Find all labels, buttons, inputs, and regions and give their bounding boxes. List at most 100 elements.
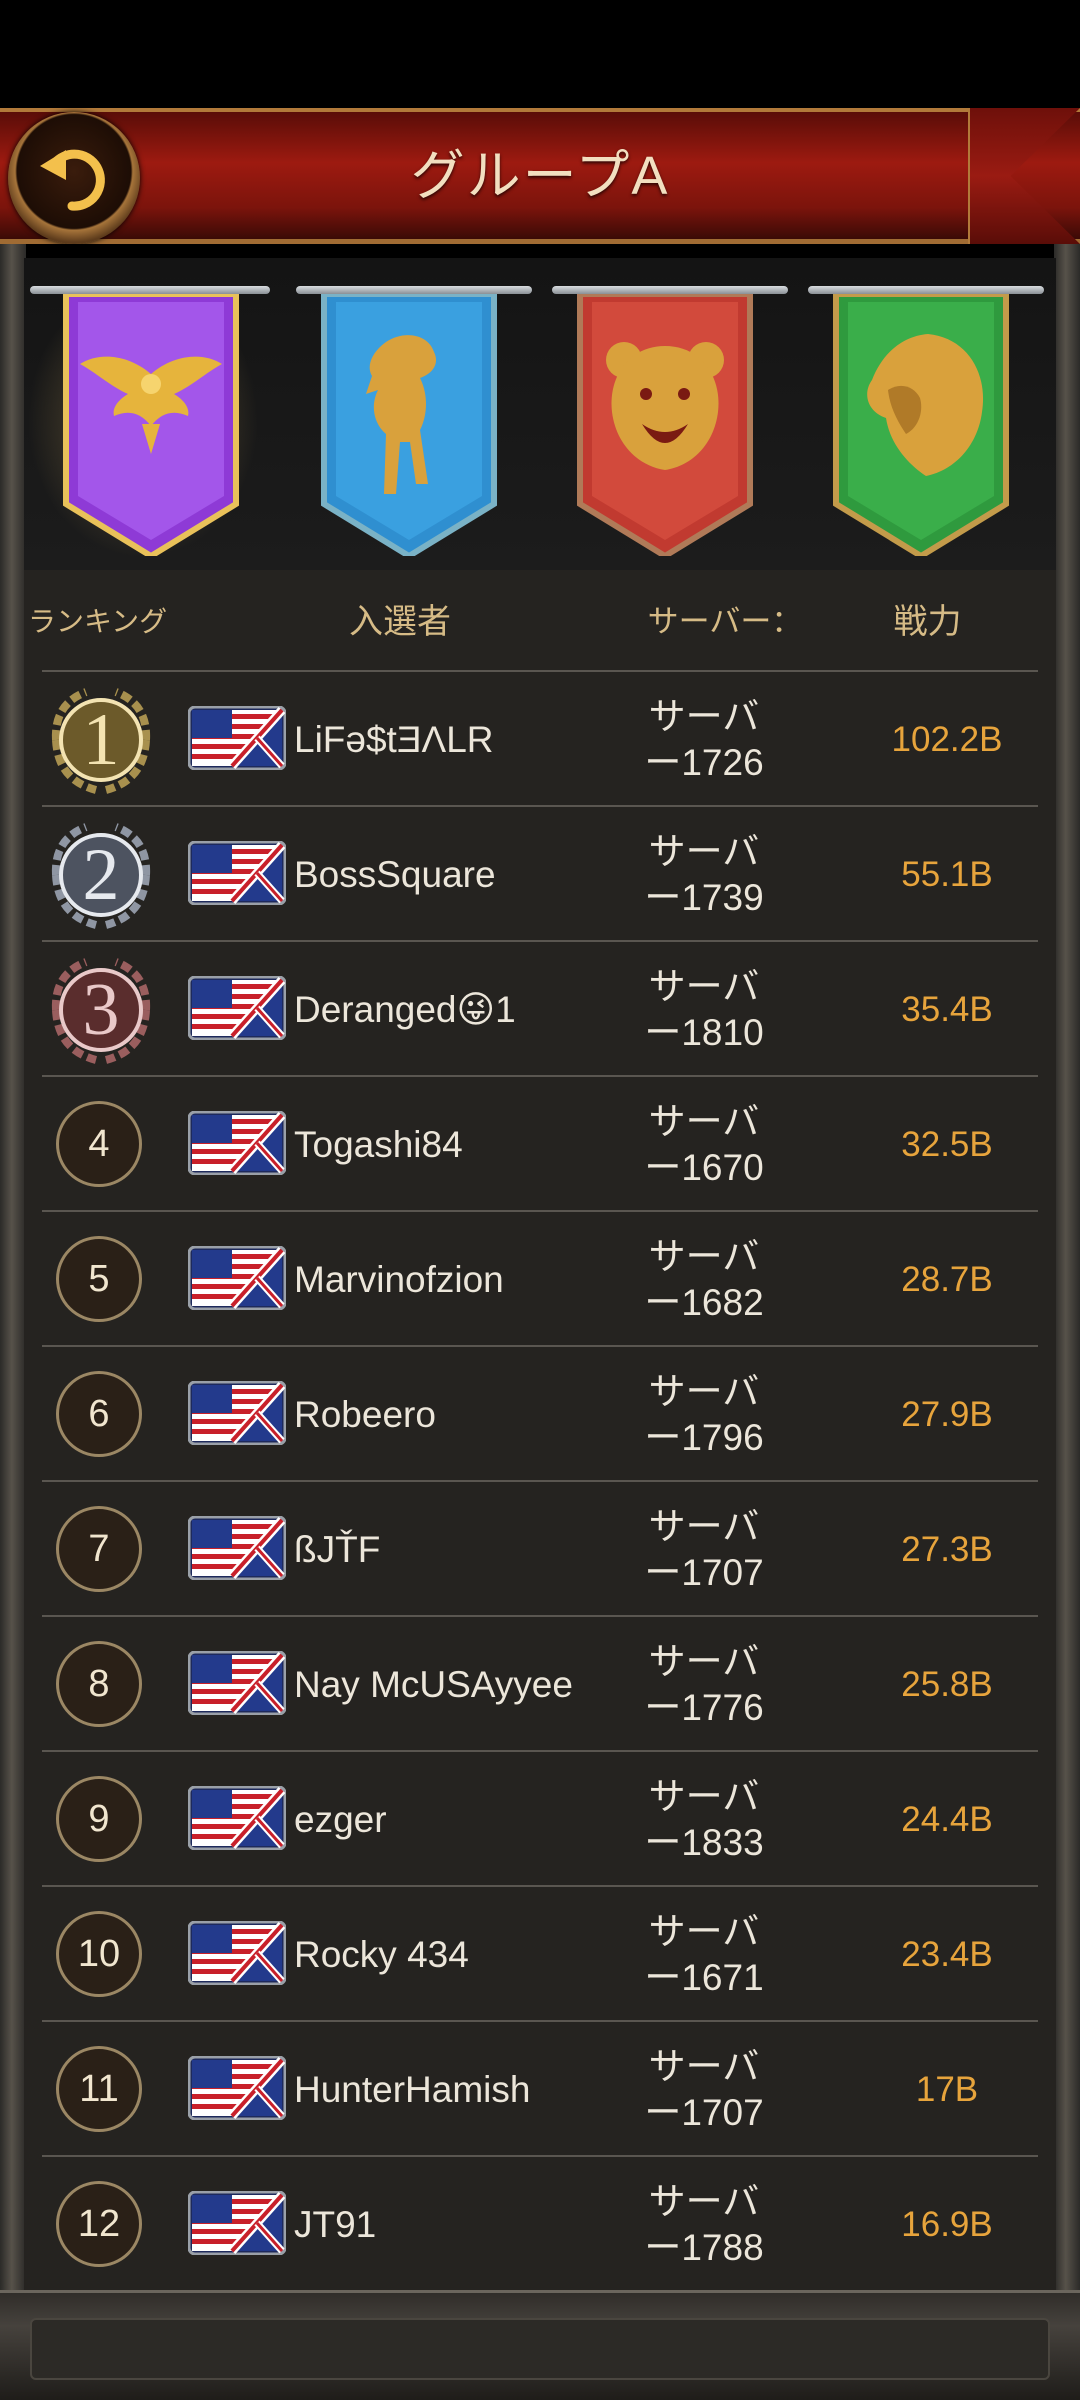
server-label-bottom: ー1833 xyxy=(644,1822,764,1863)
server-label-top: サーバ xyxy=(648,1911,760,1952)
us-uk-flag-icon xyxy=(188,1111,286,1175)
server-label-top: サーバ xyxy=(648,966,760,1007)
server-label-bottom: ー1796 xyxy=(644,1417,764,1458)
banner-lion[interactable] xyxy=(828,294,1014,556)
power-value: 24.4B xyxy=(901,1800,993,1839)
server-label-bottom: ー1776 xyxy=(644,1687,764,1728)
bottom-frame-inner xyxy=(30,2318,1050,2380)
server-label-top: サーバ xyxy=(648,1371,760,1412)
us-uk-flag-icon xyxy=(188,2191,286,2255)
server-label: サーバー1682 xyxy=(604,1234,804,1326)
us-uk-flag-icon xyxy=(188,706,286,770)
us-uk-flag-icon xyxy=(188,1921,286,1985)
server-label-bottom: ー1682 xyxy=(644,1282,764,1323)
rank-number: 2 xyxy=(82,834,120,916)
table-row[interactable]: 5 Marvinofzion サーバー1682 28.7B xyxy=(42,1210,1038,1345)
bear-icon xyxy=(577,294,753,556)
player-name: Togashi84 xyxy=(294,1124,463,1165)
player-name: Nay McUSAyyee xyxy=(294,1664,573,1705)
lion-icon xyxy=(833,294,1009,556)
server-label: サーバ ー1788 xyxy=(604,2179,804,2271)
us-uk-flag-icon xyxy=(188,1516,286,1580)
column-header-rank: ランキング xyxy=(28,606,168,637)
eagle-icon xyxy=(63,294,239,556)
server-label-top: サーバ xyxy=(648,696,760,737)
table-row[interactable]: 8 Nay McUSAyyee サーバー1776 25.8B xyxy=(42,1615,1038,1750)
server-label: サーバ ー1739 xyxy=(604,829,804,921)
table-row[interactable]: 3 Deranged😜1 サーバ ー1810 35.4B xyxy=(42,940,1038,1075)
table-row[interactable]: 6 Robeero サーバ ー1796 27.9B xyxy=(42,1345,1038,1480)
rank-badge: 4 xyxy=(56,1101,142,1187)
power-value: 28.7B xyxy=(901,1260,993,1299)
us-uk-flag-icon xyxy=(188,2056,286,2120)
power-value: 25.8B xyxy=(901,1665,993,1704)
player-name: Rocky 434 xyxy=(294,1934,469,1975)
rank-badge: 12 xyxy=(56,2181,142,2267)
server-label: サーバ ー1707 xyxy=(604,2044,804,2136)
player-name: HunterHamish xyxy=(294,2069,531,2110)
horse-icon xyxy=(321,294,497,556)
rank-badge: 11 xyxy=(56,2046,142,2132)
banner-rod xyxy=(296,286,532,294)
us-uk-flag-icon xyxy=(188,1786,286,1850)
player-name: LiFə$tƎΛLR xyxy=(294,719,494,760)
power-value: 23.4B xyxy=(901,1935,993,1974)
table-row[interactable]: 1 LiFə$tƎΛLR サーバ ー1726 102.2B xyxy=(42,670,1038,805)
power-value: 27.9B xyxy=(901,1395,993,1434)
banner-horse[interactable] xyxy=(316,294,502,556)
server-label-top: サーバ xyxy=(648,1101,760,1142)
server-label-bottom: ー1707 xyxy=(644,1552,764,1593)
rank-badge: 5 xyxy=(56,1236,142,1322)
power-value: 55.1B xyxy=(901,855,993,894)
player-name: ßJŤF xyxy=(294,1529,381,1570)
right-frame-pillar xyxy=(1054,240,1080,2400)
power-value: 35.4B xyxy=(901,990,993,1029)
table-row[interactable]: 9 ezger サーバー1833 24.4B xyxy=(42,1750,1038,1885)
screen: グループA ランキング 入選者 サーバー： 戦力 1 LiFə$tƎΛLR サー… xyxy=(0,0,1080,2400)
us-uk-flag-icon xyxy=(188,1246,286,1310)
table-row[interactable]: 12 JT91 サーバ ー1788 16.9B xyxy=(42,2155,1038,2290)
table-row[interactable]: 4 Togashi84 サーバー1670 32.5B xyxy=(42,1075,1038,1210)
server-label-bottom: ー1726 xyxy=(644,742,764,783)
server-label-top: サーバ xyxy=(648,2181,760,2222)
server-label-bottom: ー1707 xyxy=(644,2092,764,2133)
server-label-top: サーバ xyxy=(648,1506,760,1547)
banner-rod xyxy=(30,286,270,294)
player-name: Deranged😜1 xyxy=(294,989,516,1030)
column-header-power: 戦力 xyxy=(893,603,962,641)
banner-rod xyxy=(808,286,1044,294)
banner-eagle[interactable] xyxy=(58,294,244,556)
rank-badge: 6 xyxy=(56,1371,142,1457)
rank-badge: 8 xyxy=(56,1641,142,1727)
us-uk-flag-icon xyxy=(188,976,286,1040)
us-uk-flag-icon xyxy=(188,1381,286,1445)
power-value: 102.2B xyxy=(891,720,1003,759)
power-value: 32.5B xyxy=(901,1125,993,1164)
table-row[interactable]: 11 HunterHamish サーバ ー1707 17B xyxy=(42,2020,1038,2155)
us-uk-flag-icon xyxy=(188,1651,286,1715)
server-label-top: サーバ xyxy=(648,1776,760,1817)
rank-badge: 10 xyxy=(56,1911,142,1997)
server-label: サーバー1796 xyxy=(604,1369,804,1461)
table-row[interactable]: 7 ßJŤF サーバー1707 27.3B xyxy=(42,1480,1038,1615)
power-value: 17B xyxy=(915,2070,979,2109)
server-label: サーバー1776 xyxy=(604,1639,804,1731)
server-label-top: サーバ xyxy=(648,1236,760,1277)
power-value: 27.3B xyxy=(901,1530,993,1569)
server-label: サーバー1670 xyxy=(604,1099,804,1191)
back-button[interactable] xyxy=(8,112,140,244)
column-header-server: サーバー： xyxy=(647,604,803,639)
player-name: Marvinofzion xyxy=(294,1259,504,1300)
server-label-bottom: ー1670 xyxy=(644,1147,764,1188)
rank-badge: 9 xyxy=(56,1776,142,1862)
page-title: グループA xyxy=(410,146,670,206)
banner-bear[interactable] xyxy=(572,294,758,556)
player-name: ezger xyxy=(294,1799,387,1840)
back-arrow-icon xyxy=(40,149,105,211)
server-label-top: サーバ xyxy=(648,1641,760,1682)
rank-badge: 7 xyxy=(56,1506,142,1592)
table-row[interactable]: 10 Rocky 434 サーバ ー1671 23.4B xyxy=(42,1885,1038,2020)
banner-rod xyxy=(552,286,788,294)
table-row[interactable]: 2 BossSquare サーバ ー1739 55.1B xyxy=(42,805,1038,940)
server-label: サーバー1726 xyxy=(604,694,804,786)
